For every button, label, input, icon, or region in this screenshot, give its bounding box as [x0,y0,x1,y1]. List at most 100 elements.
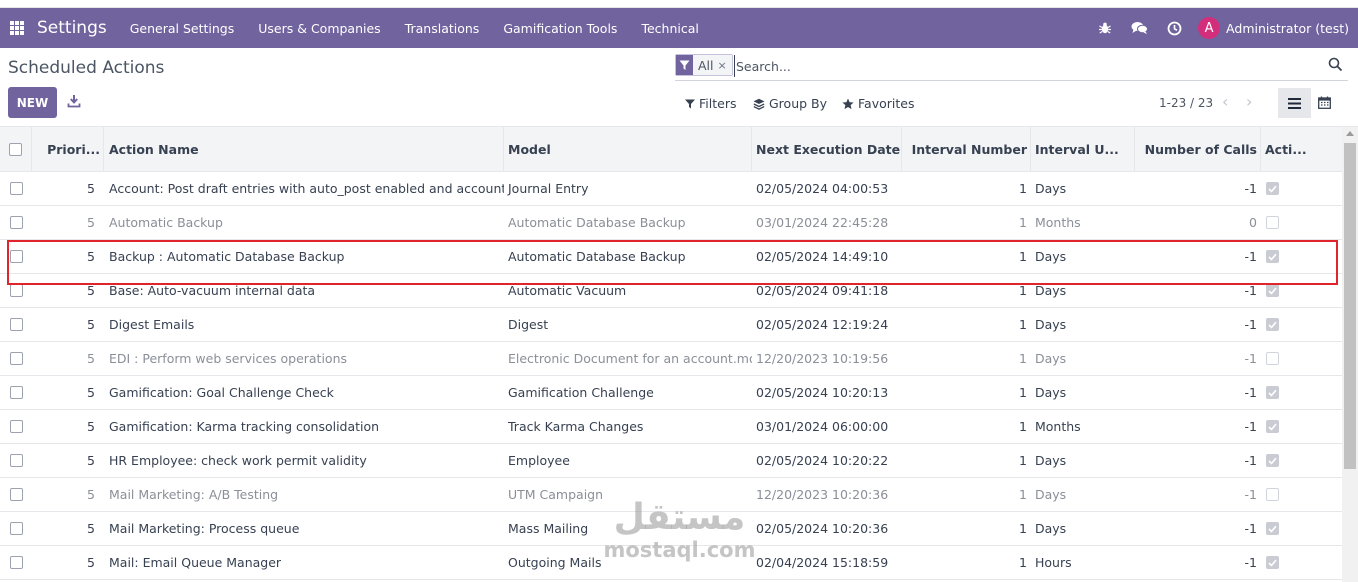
table-row[interactable]: 5 Gamification: Karma tracking consolidat… [0,410,1342,444]
table-row[interactable]: 5 Account: Post draft entries with auto_p… [0,172,1342,206]
row-select-cell [0,546,32,579]
cell-interval-unit: Days [1035,351,1067,366]
list-view-button[interactable] [1278,88,1311,118]
row-select-checkbox[interactable] [9,216,23,229]
user-menu[interactable]: Administrator (test) [1226,21,1349,36]
star-icon [842,98,854,109]
row-select-checkbox[interactable] [9,488,23,501]
user-avatar[interactable]: A [1198,17,1221,39]
header-active[interactable]: Acti... [1261,127,1342,172]
cell-model: Electronic Document for an account.move [508,351,752,366]
table-row[interactable]: 5 HR Employee: check work permit validity… [0,444,1342,478]
table-row[interactable]: 5 Automatic Backup Automatic Database Back… [0,206,1342,240]
header-next-execution-date[interactable]: Next Execution Date [752,127,902,172]
cell-interval-number: 1 [1019,215,1027,230]
remove-facet-icon[interactable]: × [717,55,732,75]
chat-icon[interactable] [1122,8,1157,48]
table-row[interactable]: 5 Mail Marketing: A/B Testing UTM Campaign… [0,478,1342,512]
table-row[interactable]: 5 Mail Marketing: Process queue Mass Maili… [0,512,1342,546]
cell-active [1261,512,1342,545]
calendar-view-icon[interactable] [1318,96,1332,110]
row-select-checkbox[interactable] [9,284,23,297]
clock-icon[interactable] [1157,8,1192,48]
page-title[interactable]: Scheduled Actions [8,58,164,78]
scrollbar-thumb[interactable] [1344,143,1356,469]
cell-model: UTM Campaign [508,487,604,502]
cell-next-execution-date: 02/05/2024 09:41:18 [756,283,889,298]
cell-priority: 5 [87,487,95,502]
list-icon [1288,97,1301,109]
table-row[interactable]: 5 Mail: Email Queue Manager Outgoing Mails… [0,546,1342,580]
table-row[interactable]: 5 Backup : Automatic Database Backup Autom… [0,240,1342,274]
favorites-button[interactable]: Favorites [842,96,914,111]
menu-translations[interactable]: Translations [405,21,480,36]
active-unchecked-icon [1266,216,1279,229]
row-select-cell [0,342,32,375]
row-select-checkbox[interactable] [9,318,23,331]
vertical-scrollbar[interactable] [1342,127,1358,582]
cell-model: Employee [508,453,570,468]
cell-number-of-calls: -1 [1244,351,1257,366]
cell-number-of-calls: -1 [1244,385,1257,400]
cell-active [1261,308,1342,341]
cell-next-execution-date: 12/20/2023 10:19:56 [756,351,889,366]
search-facet: All × [675,54,733,76]
filter-icon [685,99,695,108]
cell-model: Outgoing Mails [508,555,602,570]
new-button[interactable]: NEW [8,87,57,118]
row-select-cell [0,444,32,477]
table-row[interactable]: 5 Gamification: Goal Challenge Check Gamif… [0,376,1342,410]
cell-priority: 5 [87,215,95,230]
select-all-checkbox[interactable] [9,143,22,156]
pager-value[interactable]: 1-23 / 23 [1159,96,1213,110]
header-number-of-calls[interactable]: Number of Calls [1135,127,1261,172]
filters-button[interactable]: Filters [685,96,736,111]
group-by-button[interactable]: Group By [753,96,827,111]
row-select-checkbox[interactable] [9,182,23,195]
menu-technical[interactable]: Technical [641,21,698,36]
header-action-name[interactable]: Action Name [104,127,504,172]
cell-interval-number: 1 [1019,181,1027,196]
top-navbar: Settings General Settings Users & Compan… [0,8,1358,48]
menu-gamification-tools[interactable]: Gamification Tools [503,21,617,36]
menu-users-companies[interactable]: Users & Companies [258,21,380,36]
header-model[interactable]: Model [504,127,752,172]
row-select-checkbox[interactable] [9,454,23,467]
navbar-systray: A Administrator (test) [1087,8,1358,48]
row-select-checkbox[interactable] [9,386,23,399]
pager-previous-icon[interactable]: ‹ [1222,94,1236,110]
cell-number-of-calls: -1 [1244,453,1257,468]
bug-icon[interactable] [1087,8,1122,48]
download-icon[interactable] [67,94,81,108]
pager-next-icon[interactable]: › [1246,94,1260,110]
cell-priority: 5 [87,453,95,468]
cell-active [1261,206,1342,239]
table-row[interactable]: 5 EDI : Perform web services operations El… [0,342,1342,376]
header-interval-number[interactable]: Interval Number [902,127,1031,172]
cell-action-name: Mail: Email Queue Manager [109,555,282,570]
table-row[interactable]: 5 Base: Auto-vacuum internal data Automati… [0,274,1342,308]
cell-active [1261,274,1342,307]
active-checked-icon [1266,454,1279,467]
cell-active [1261,410,1342,443]
apps-grid-icon[interactable] [10,21,24,35]
menu-general-settings[interactable]: General Settings [130,21,235,36]
row-select-checkbox[interactable] [9,352,23,365]
row-select-checkbox[interactable] [9,556,23,569]
browser-top-strip [0,0,1358,8]
cell-active [1261,478,1342,511]
scroll-up-arrow-icon[interactable] [1346,131,1354,136]
row-select-checkbox[interactable] [9,250,23,263]
header-interval-unit[interactable]: Interval U... [1031,127,1135,172]
cell-interval-number: 1 [1019,249,1027,264]
cell-priority: 5 [87,181,95,196]
app-brand[interactable]: Settings [37,18,107,38]
header-priority[interactable]: Priori... [32,127,104,172]
cell-next-execution-date: 02/05/2024 04:00:53 [756,181,889,196]
search-input[interactable] [734,55,1314,77]
search-icon[interactable] [1328,57,1343,72]
row-select-checkbox[interactable] [9,522,23,535]
table-row[interactable]: 5 Digest Emails Digest 02/05/2024 12:19:24 1… [0,308,1342,342]
row-select-checkbox[interactable] [9,420,23,433]
layers-icon [753,98,765,110]
